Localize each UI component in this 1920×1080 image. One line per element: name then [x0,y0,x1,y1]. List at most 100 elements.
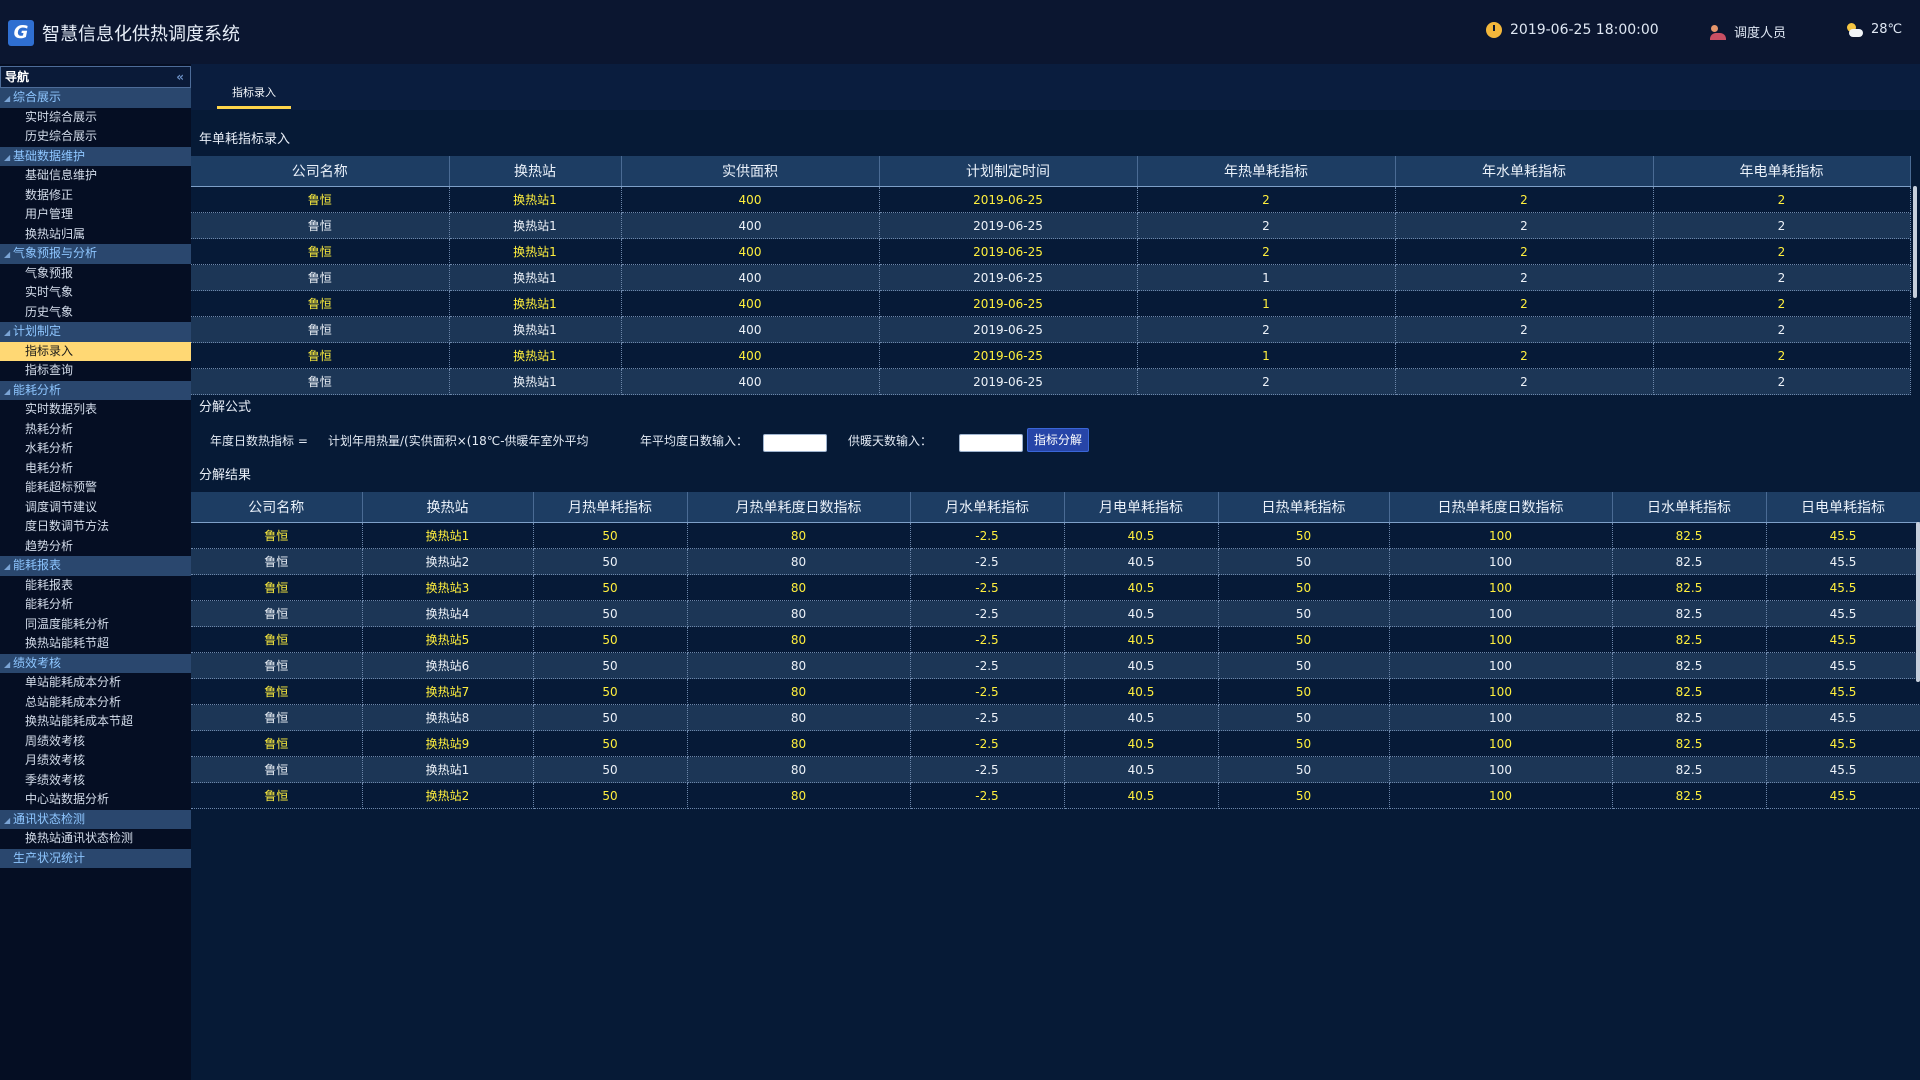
result-table-row[interactable]: 鲁恒 换热站8 50 80 -2.5 40.5 50 100 82.5 45.5 [191,704,1920,731]
annual-table-row[interactable]: 鲁恒 换热站1 400 2019-06-25 2 2 2 [191,212,1911,239]
result-table-row[interactable]: 鲁恒 换热站1 50 80 -2.5 40.5 50 100 82.5 45.5 [191,756,1920,783]
nav-item[interactable]: 周绩效考核 [0,732,191,752]
table-cell: 82.5 [1612,522,1767,549]
nav-item[interactable]: 趋势分析 [0,537,191,557]
result-table-row[interactable]: 鲁恒 换热站2 50 80 -2.5 40.5 50 100 82.5 45.5 [191,548,1920,575]
column-header[interactable]: 换热站 [362,492,534,523]
annual-table-row[interactable]: 鲁恒 换热站1 400 2019-06-25 1 2 2 [191,342,1911,369]
nav-item[interactable]: 气象预报 [0,264,191,284]
column-header[interactable]: 日热单耗指标 [1218,492,1390,523]
nav-item[interactable]: 能耗超标预警 [0,478,191,498]
table-cell: 80 [687,782,911,809]
nav-item[interactable]: 热耗分析 [0,420,191,440]
table-cell: 50 [533,626,688,653]
nav-item[interactable]: 数据修正 [0,186,191,206]
column-header[interactable]: 公司名称 [191,156,450,187]
nav-item[interactable]: 调度调节建议 [0,498,191,518]
nav-group[interactable]: ◢ 综合展示 [0,88,191,108]
nav-group-label: 综合展示 [13,90,62,104]
table-cell: 400 [621,316,880,343]
nav-item[interactable]: 总站能耗成本分析 [0,693,191,713]
column-header[interactable]: 计划制定时间 [879,156,1138,187]
table-cell: -2.5 [910,626,1065,653]
nav-item[interactable]: 基础信息维护 [0,166,191,186]
result-table-row[interactable]: 鲁恒 换热站7 50 80 -2.5 40.5 50 100 82.5 45.5 [191,678,1920,705]
nav-group[interactable]: 生产状况统计 [0,848,191,868]
column-header[interactable]: 公司名称 [191,492,363,523]
nav-item[interactable]: 历史综合展示 [0,127,191,147]
nav-item[interactable]: 中心站数据分析 [0,790,191,810]
nav-item[interactable]: 换热站通讯状态检测 [0,829,191,849]
annual-table-scrollbar[interactable] [1913,186,1917,298]
nav-group[interactable]: ◢ 气象预报与分析 [0,244,191,264]
annual-index-table: 公司名称 换热站 实供面积 计划制定时间 年热单耗指标 年水单耗指标 年电单耗指标 鲁恒 换热… [191,156,1911,395]
table-cell: 100 [1389,730,1613,757]
nav-group[interactable]: ◢ 能耗报表 [0,556,191,576]
result-table-row[interactable]: 鲁恒 换热站2 50 80 -2.5 40.5 50 100 82.5 45.5 [191,782,1920,809]
nav-item[interactable]: 度日数调节方法 [0,517,191,537]
column-header[interactable]: 年水单耗指标 [1395,156,1654,187]
result-table-row[interactable]: 鲁恒 换热站9 50 80 -2.5 40.5 50 100 82.5 45.5 [191,730,1920,757]
result-table-row[interactable]: 鲁恒 换热站1 50 80 -2.5 40.5 50 100 82.5 45.5 [191,522,1920,549]
annual-table-row[interactable]: 鲁恒 换热站1 400 2019-06-25 1 2 2 [191,264,1911,291]
table-cell: 鲁恒 [191,186,450,213]
nav-item[interactable]: 同温度能耗分析 [0,615,191,635]
result-table-row[interactable]: 鲁恒 换热站4 50 80 -2.5 40.5 50 100 82.5 45.5 [191,600,1920,627]
column-header[interactable]: 年电单耗指标 [1653,156,1911,187]
nav-group[interactable]: ◢ 计划制定 [0,322,191,342]
user-menu[interactable]: 调度人员 [1710,22,1786,41]
table-cell: 45.5 [1766,626,1920,653]
annual-table-row[interactable]: 鲁恒 换热站1 400 2019-06-25 2 2 2 [191,238,1911,265]
column-header[interactable]: 年热单耗指标 [1137,156,1396,187]
result-table-row[interactable]: 鲁恒 换热站5 50 80 -2.5 40.5 50 100 82.5 45.5 [191,626,1920,653]
annual-table-row[interactable]: 鲁恒 换热站1 400 2019-06-25 1 2 2 [191,290,1911,317]
column-header[interactable]: 实供面积 [621,156,880,187]
result-table-row[interactable]: 鲁恒 换热站3 50 80 -2.5 40.5 50 100 82.5 45.5 [191,574,1920,601]
annual-table-row[interactable]: 鲁恒 换热站1 400 2019-06-25 2 2 2 [191,368,1911,395]
column-header[interactable]: 月水单耗指标 [910,492,1065,523]
column-header[interactable]: 日热单耗度日数指标 [1389,492,1613,523]
nav-item[interactable]: 水耗分析 [0,439,191,459]
nav-item[interactable]: 实时气象 [0,283,191,303]
nav-group[interactable]: ◢ 基础数据维护 [0,146,191,166]
column-header[interactable]: 日水单耗指标 [1612,492,1767,523]
nav-item[interactable]: 月绩效考核 [0,751,191,771]
table-cell: 40.5 [1064,678,1219,705]
result-table-row[interactable]: 鲁恒 换热站6 50 80 -2.5 40.5 50 100 82.5 45.5 [191,652,1920,679]
nav-item[interactable]: 历史气象 [0,303,191,323]
column-header[interactable]: 月电单耗指标 [1064,492,1219,523]
nav-item[interactable]: 能耗报表 [0,576,191,596]
column-header[interactable]: 日电单耗指标 [1766,492,1920,523]
heating-days-input[interactable] [959,434,1023,452]
collapse-sidebar-icon[interactable]: « [176,67,184,87]
nav-item[interactable]: 电耗分析 [0,459,191,479]
nav-item[interactable]: 换热站归属 [0,225,191,245]
table-cell: 50 [533,756,688,783]
nav-group[interactable]: ◢ 绩效考核 [0,653,191,673]
nav-group[interactable]: ◢ 通讯状态检测 [0,809,191,829]
annual-table-row[interactable]: 鲁恒 换热站1 400 2019-06-25 2 2 2 [191,186,1911,213]
annual-table-row[interactable]: 鲁恒 换热站1 400 2019-06-25 2 2 2 [191,316,1911,343]
nav-item[interactable]: 换热站能耗节超 [0,634,191,654]
nav-item[interactable]: 指标查询 [0,361,191,381]
nav-item[interactable]: 指标录入 [0,341,191,361]
nav-item[interactable]: 能耗分析 [0,595,191,615]
column-header[interactable]: 月热单耗指标 [533,492,688,523]
table-cell: 2 [1653,342,1911,369]
nav-item[interactable]: 换热站能耗成本节超 [0,712,191,732]
column-header[interactable]: 换热站 [449,156,622,187]
nav-item[interactable]: 实时综合展示 [0,108,191,128]
nav-item[interactable]: 用户管理 [0,205,191,225]
table-cell: 2 [1137,368,1396,395]
decompose-button[interactable]: 指标分解 [1027,428,1090,452]
table-cell: 鲁恒 [191,730,363,757]
avg-degree-days-input[interactable] [763,434,827,452]
column-header[interactable]: 月热单耗度日数指标 [687,492,911,523]
nav-item[interactable]: 季绩效考核 [0,771,191,791]
nav-item[interactable]: 实时数据列表 [0,400,191,420]
tab-index-entry[interactable]: 指标录入 [217,84,291,100]
nav-item[interactable]: 单站能耗成本分析 [0,673,191,693]
nav-header: 导航 « [0,66,191,88]
nav-group[interactable]: ◢ 能耗分析 [0,380,191,400]
result-table-scrollbar[interactable] [1916,522,1920,682]
